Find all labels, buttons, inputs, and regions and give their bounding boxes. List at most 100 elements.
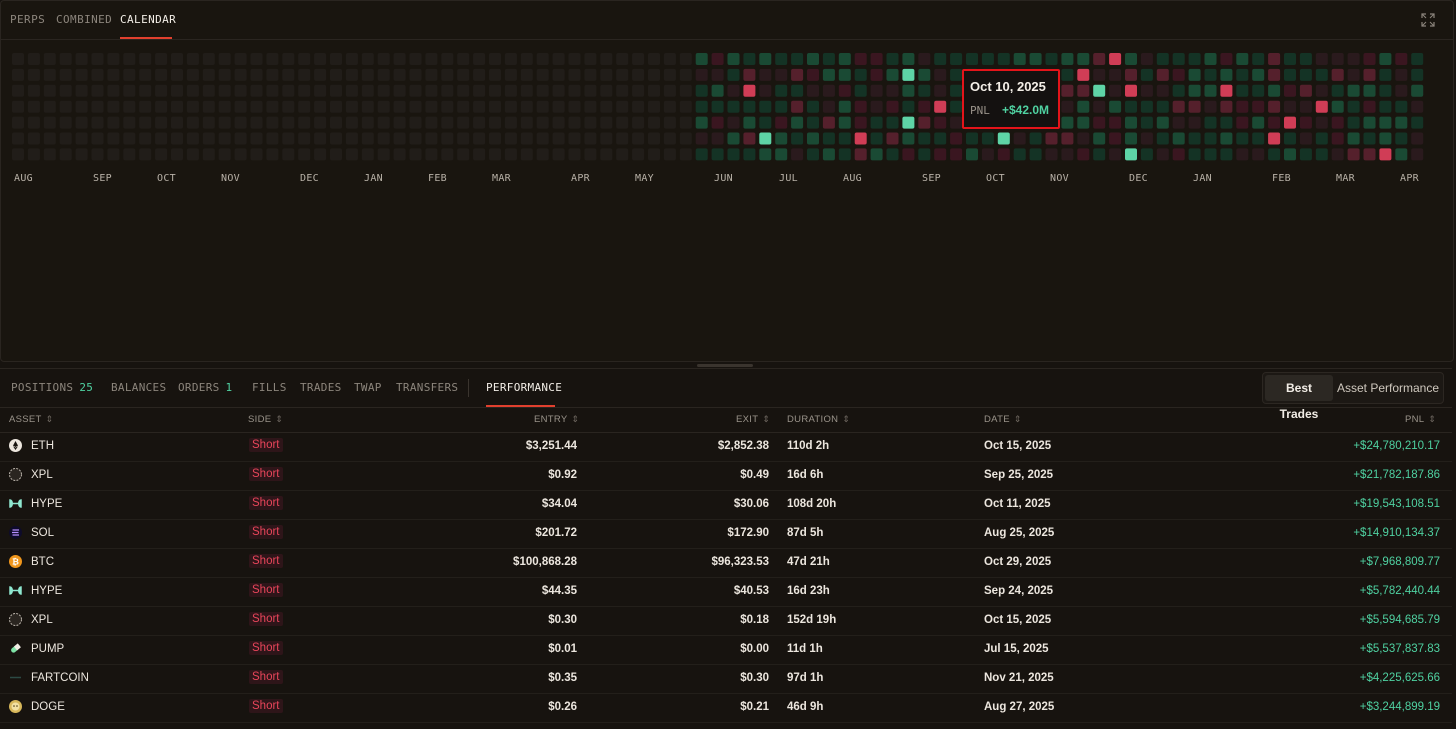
entry-price: $201.72 — [535, 527, 577, 539]
table-row[interactable]: ETH Short $3,251.44 $2,852.38 110d 2h Oct 15,… — [0, 432, 1452, 462]
calendar-day-cell — [520, 132, 533, 145]
calendar-day-cell — [934, 116, 947, 129]
calendar-day-cell — [1188, 84, 1201, 97]
calendar-day-cell — [663, 116, 676, 129]
calendar-day-cell — [695, 132, 708, 145]
calendar-day-cell — [473, 132, 486, 145]
exit-price: $2,852.38 — [717, 440, 769, 452]
calendar-day-cell — [1093, 116, 1106, 129]
performance-view-toggle: Best Trades Asset Performance — [1262, 372, 1444, 421]
column-header-date[interactable]: DATE ⇕ — [984, 414, 1022, 425]
table-row[interactable]: HYPE Short $34.04 $30.06 108d 20h Oct 11, 202… — [0, 490, 1452, 520]
calendar-day-cell — [1188, 53, 1201, 65]
calendar-day-cell — [330, 116, 342, 129]
calendar-day-cell — [1379, 100, 1392, 113]
calendar-day-cell — [75, 84, 88, 97]
tab-fills[interactable]: FILLS — [252, 381, 287, 394]
tab-perps[interactable]: PERPS — [10, 13, 45, 26]
trade-duration: 152d 19h — [787, 614, 837, 626]
xpl-icon — [9, 613, 22, 626]
tab-transfers[interactable]: TRANSFERS — [396, 381, 458, 394]
bottom-tab-bar: POSITIONS 25 BALANCES ORDERS 1 FILLS TRADE… — [0, 369, 1452, 421]
table-row[interactable]: PUMP Short $0.01 $0.00 11d 1h Jul 15, 2025 +$5… — [0, 635, 1452, 665]
calendar-day-cell — [234, 116, 247, 129]
calendar-day-cell — [1140, 132, 1153, 145]
calendar-day-cell — [1379, 68, 1392, 81]
asset-name[interactable]: XPL — [31, 614, 53, 626]
tab-combined[interactable]: COMBINED — [56, 13, 112, 26]
month-label: JUL — [779, 173, 798, 184]
calendar-day-cell — [1411, 53, 1424, 65]
column-header-pnl[interactable]: PNL ⇕ — [1405, 414, 1436, 425]
table-row[interactable]: XPL Short $0.30 $0.18 152d 19h Oct 15, 2025 +$… — [0, 606, 1452, 636]
column-header-duration[interactable]: DURATION ⇕ — [787, 414, 850, 425]
table-row[interactable]: SOL Short $201.72 $172.90 87d 5h Aug 25, 2025… — [0, 519, 1452, 549]
calendar-day-cell — [1156, 100, 1169, 113]
calendar-day-cell — [1299, 132, 1312, 145]
calendar-day-cell — [1347, 68, 1360, 81]
calendar-day-cell — [91, 132, 104, 145]
panel-resize-handle[interactable] — [697, 364, 753, 367]
calendar-day-cell — [727, 53, 740, 65]
column-header-side[interactable]: SIDE ⇕ — [248, 414, 283, 425]
calendar-day-cell — [91, 148, 104, 161]
month-label: AUG — [14, 173, 33, 184]
pnl-calendar-heatmap[interactable] — [12, 53, 1432, 163]
table-row[interactable]: HYPE Short $44.35 $40.53 16d 23h Sep 24, 2025… — [0, 577, 1452, 607]
calendar-day-cell — [1109, 148, 1122, 161]
column-header-exit[interactable]: EXIT ⇕ — [736, 414, 770, 425]
calendar-day-cell — [1379, 148, 1392, 161]
calendar-day-cell — [91, 53, 104, 65]
asset-performance-button[interactable]: Asset Performance — [1335, 375, 1441, 401]
asset-name[interactable]: ETH — [31, 440, 54, 452]
asset-name[interactable]: PUMP — [31, 643, 64, 655]
asset-name[interactable]: SOL — [31, 527, 54, 539]
tab-calendar[interactable]: CALENDAR — [120, 13, 176, 26]
asset-name[interactable]: DOGE — [31, 701, 65, 713]
trade-pnl: +$5,537,837.83 — [1359, 643, 1440, 655]
best-trades-button[interactable]: Best Trades — [1265, 375, 1333, 421]
table-row[interactable]: DOGE Short $0.26 $0.21 46d 9h Aug 27, 2025 +$3… — [0, 693, 1452, 723]
asset-name[interactable]: BTC — [31, 556, 54, 568]
expand-icon[interactable] — [1421, 13, 1435, 27]
exit-price: $0.49 — [740, 469, 769, 481]
calendar-day-cell — [1315, 100, 1328, 113]
calendar-day-cell — [584, 148, 597, 161]
trade-duration: 87d 5h — [787, 527, 824, 539]
table-row[interactable]: ₿ BTC Short $100,868.28 $96,323.53 47d 21h Oct… — [0, 548, 1452, 578]
asset-name[interactable]: HYPE — [31, 585, 62, 597]
table-row[interactable]: FARTCOIN Short $0.35 $0.30 97d 1h Nov 21, 202… — [0, 664, 1452, 694]
calendar-day-cell — [536, 100, 549, 113]
tab-trades[interactable]: TRADES — [300, 381, 342, 394]
tab-performance[interactable]: PERFORMANCE — [486, 381, 562, 394]
tab-positions[interactable]: POSITIONS 25 — [11, 381, 93, 394]
asset-name[interactable]: XPL — [31, 469, 53, 481]
tab-balances[interactable]: BALANCES — [111, 381, 166, 394]
asset-name[interactable]: FARTCOIN — [31, 672, 89, 684]
calendar-day-cell — [59, 116, 72, 129]
calendar-day-cell — [1331, 100, 1344, 113]
calendar-day-cell — [75, 132, 88, 145]
calendar-day-cell — [75, 53, 88, 65]
table-row[interactable]: XPL Short $0.92 $0.49 16d 6h Sep 25, 2025 +$21… — [0, 461, 1452, 491]
column-header-asset[interactable]: ASSET ⇕ — [9, 414, 54, 425]
calendar-day-cell — [552, 53, 565, 65]
calendar-day-cell — [1379, 116, 1392, 129]
calendar-day-cell — [377, 53, 390, 65]
calendar-day-cell — [409, 132, 422, 145]
calendar-day-cell — [807, 132, 819, 145]
tab-twap[interactable]: TWAP — [354, 381, 382, 394]
calendar-day-cell — [600, 148, 613, 161]
calendar-day-cell — [1077, 100, 1090, 113]
calendar-day-cell — [727, 68, 740, 81]
calendar-day-cell — [1284, 148, 1296, 161]
calendar-day-cell — [202, 53, 215, 65]
column-header-entry[interactable]: ENTRY ⇕ — [534, 414, 579, 425]
calendar-day-cell — [600, 132, 613, 145]
calendar-day-cell — [266, 148, 279, 161]
asset-name[interactable]: HYPE — [31, 498, 62, 510]
calendar-day-cell-highlight — [997, 132, 1010, 145]
tab-orders[interactable]: ORDERS 1 — [178, 381, 232, 394]
calendar-day-cell — [1061, 68, 1074, 81]
side-badge: Short — [249, 496, 283, 510]
